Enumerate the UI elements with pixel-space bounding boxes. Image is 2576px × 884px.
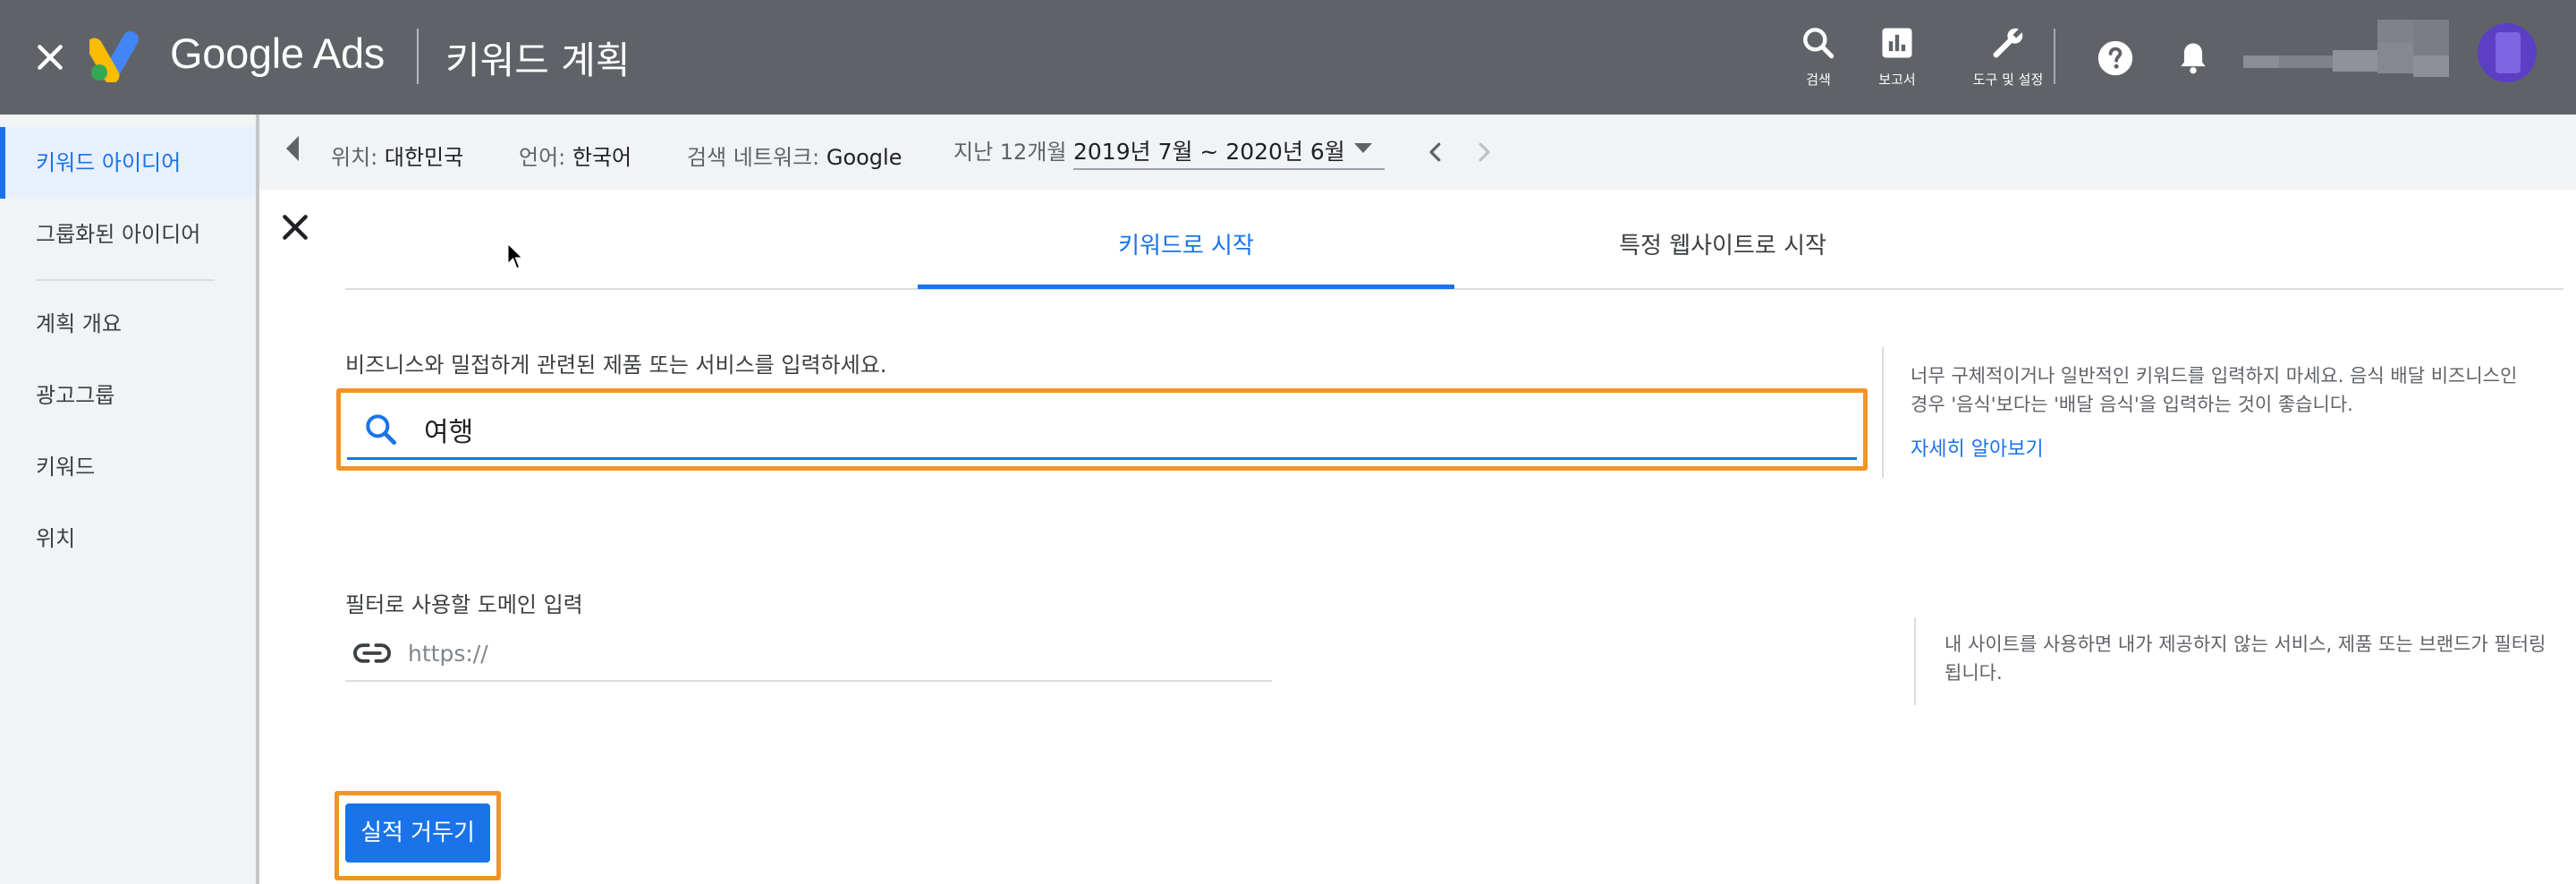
mouse-cursor-icon xyxy=(506,242,524,270)
header-reports-button[interactable]: 보고서 xyxy=(1848,23,1946,95)
domain-input-placeholder: https:// xyxy=(408,641,488,667)
google-ads-logo-icon xyxy=(89,30,139,82)
location-filter-label: 위치: xyxy=(331,145,378,170)
location-filter[interactable]: 위치: 대한민국 xyxy=(331,140,463,171)
tabs-baseline xyxy=(345,288,2563,290)
page-title: 키워드 계획 xyxy=(445,38,631,82)
sidebar-item-locations[interactable]: 위치 xyxy=(0,503,258,574)
get-results-button[interactable]: 실적 거두기 xyxy=(345,803,490,863)
account-info-redacted[interactable] xyxy=(2243,20,2467,77)
avatar[interactable] xyxy=(2478,23,2537,82)
network-filter-value: Google xyxy=(826,145,902,170)
learn-more-link[interactable]: 자세히 알아보기 xyxy=(1911,433,2044,462)
tip-divider xyxy=(1914,617,1916,705)
link-icon xyxy=(353,643,391,663)
chevron-left-icon[interactable] xyxy=(1422,136,1449,168)
chevron-right-icon[interactable] xyxy=(1470,136,1497,168)
period-label: 지난 12개월 xyxy=(953,140,1067,165)
keyword-input[interactable]: 여행 xyxy=(347,397,1857,460)
help-icon[interactable] xyxy=(2095,38,2136,79)
keyword-input-label: 비즈니스와 밀접하게 관련된 제품 또는 서비스를 입력하세요. xyxy=(345,353,887,378)
header-divider-right xyxy=(2054,29,2055,84)
chevron-down-icon xyxy=(1354,143,1372,153)
bell-icon[interactable] xyxy=(2174,38,2213,79)
search-icon xyxy=(366,414,397,446)
language-filter[interactable]: 언어: 한국어 xyxy=(519,140,631,171)
keyword-tip-text: 너무 구체적이거나 일반적인 키워드를 입력하지 마세요. 음식 배달 비즈니스… xyxy=(1911,365,2518,415)
header-divider xyxy=(417,29,419,84)
sidebar-item-keyword-ideas[interactable]: 키워드 아이디어 xyxy=(0,127,258,199)
google-ads-wordmark[interactable]: Google Ads xyxy=(170,29,385,78)
network-filter[interactable]: 검색 네트워크: Google xyxy=(687,140,902,171)
sidebar-item-plan-overview[interactable]: 계획 개요 xyxy=(0,288,258,360)
close-icon[interactable] xyxy=(32,39,68,75)
tip-divider xyxy=(1882,347,1884,478)
wrench-icon xyxy=(1993,28,2023,58)
filter-bar: 위치: 대한민국 언어: 한국어 검색 네트워크: Google 지난 12개월… xyxy=(259,115,2576,190)
date-range-value: 2019년 7월 ~ 2020년 6월 xyxy=(1073,139,1345,165)
header-reports-label: 보고서 xyxy=(1878,72,1916,88)
collapse-sidebar-icon[interactable] xyxy=(281,131,302,166)
network-filter-label: 검색 네트워크: xyxy=(687,145,820,170)
top-app-bar: Google Ads 키워드 계획 검색 보고서 도구 및 설정 xyxy=(0,0,2576,115)
sidebar: 키워드 아이디어 그룹화된 아이디어 계획 개요 광고그룹 키워드 위치 xyxy=(0,115,259,884)
sidebar-item-grouped-ideas[interactable]: 그룹화된 아이디어 xyxy=(0,199,258,270)
search-icon xyxy=(1803,28,1835,59)
sidebar-divider xyxy=(36,279,215,281)
bar-chart-icon xyxy=(1882,28,1912,58)
domain-input[interactable]: https:// xyxy=(345,628,1272,682)
keyword-discovery-panel: 키워드로 시작 특정 웹사이트로 시작 비즈니스와 밀접하게 관련된 제품 또는… xyxy=(259,190,2576,884)
sidebar-item-ad-groups[interactable]: 광고그룹 xyxy=(0,360,258,431)
location-filter-value: 대한민국 xyxy=(384,145,464,170)
domain-input-label: 필터로 사용할 도메인 입력 xyxy=(345,592,583,617)
domain-tip-text: 내 사이트를 사용하면 내가 제공하지 않는 서비스, 제품 또는 브랜드가 필… xyxy=(1945,633,2546,684)
tab-start-with-keywords[interactable]: 키워드로 시작 xyxy=(918,227,1454,260)
date-range-select[interactable]: 2019년 7월 ~ 2020년 6월 xyxy=(1073,129,1385,170)
sidebar-item-keywords[interactable]: 키워드 xyxy=(0,431,258,503)
tab-start-with-website[interactable]: 특정 웹사이트로 시작 xyxy=(1454,227,1991,260)
keyword-input-value: 여행 xyxy=(424,417,474,448)
language-filter-value: 한국어 xyxy=(572,145,632,170)
active-tab-indicator xyxy=(918,285,1454,289)
language-filter-label: 언어: xyxy=(519,145,566,170)
close-icon[interactable] xyxy=(277,209,313,245)
